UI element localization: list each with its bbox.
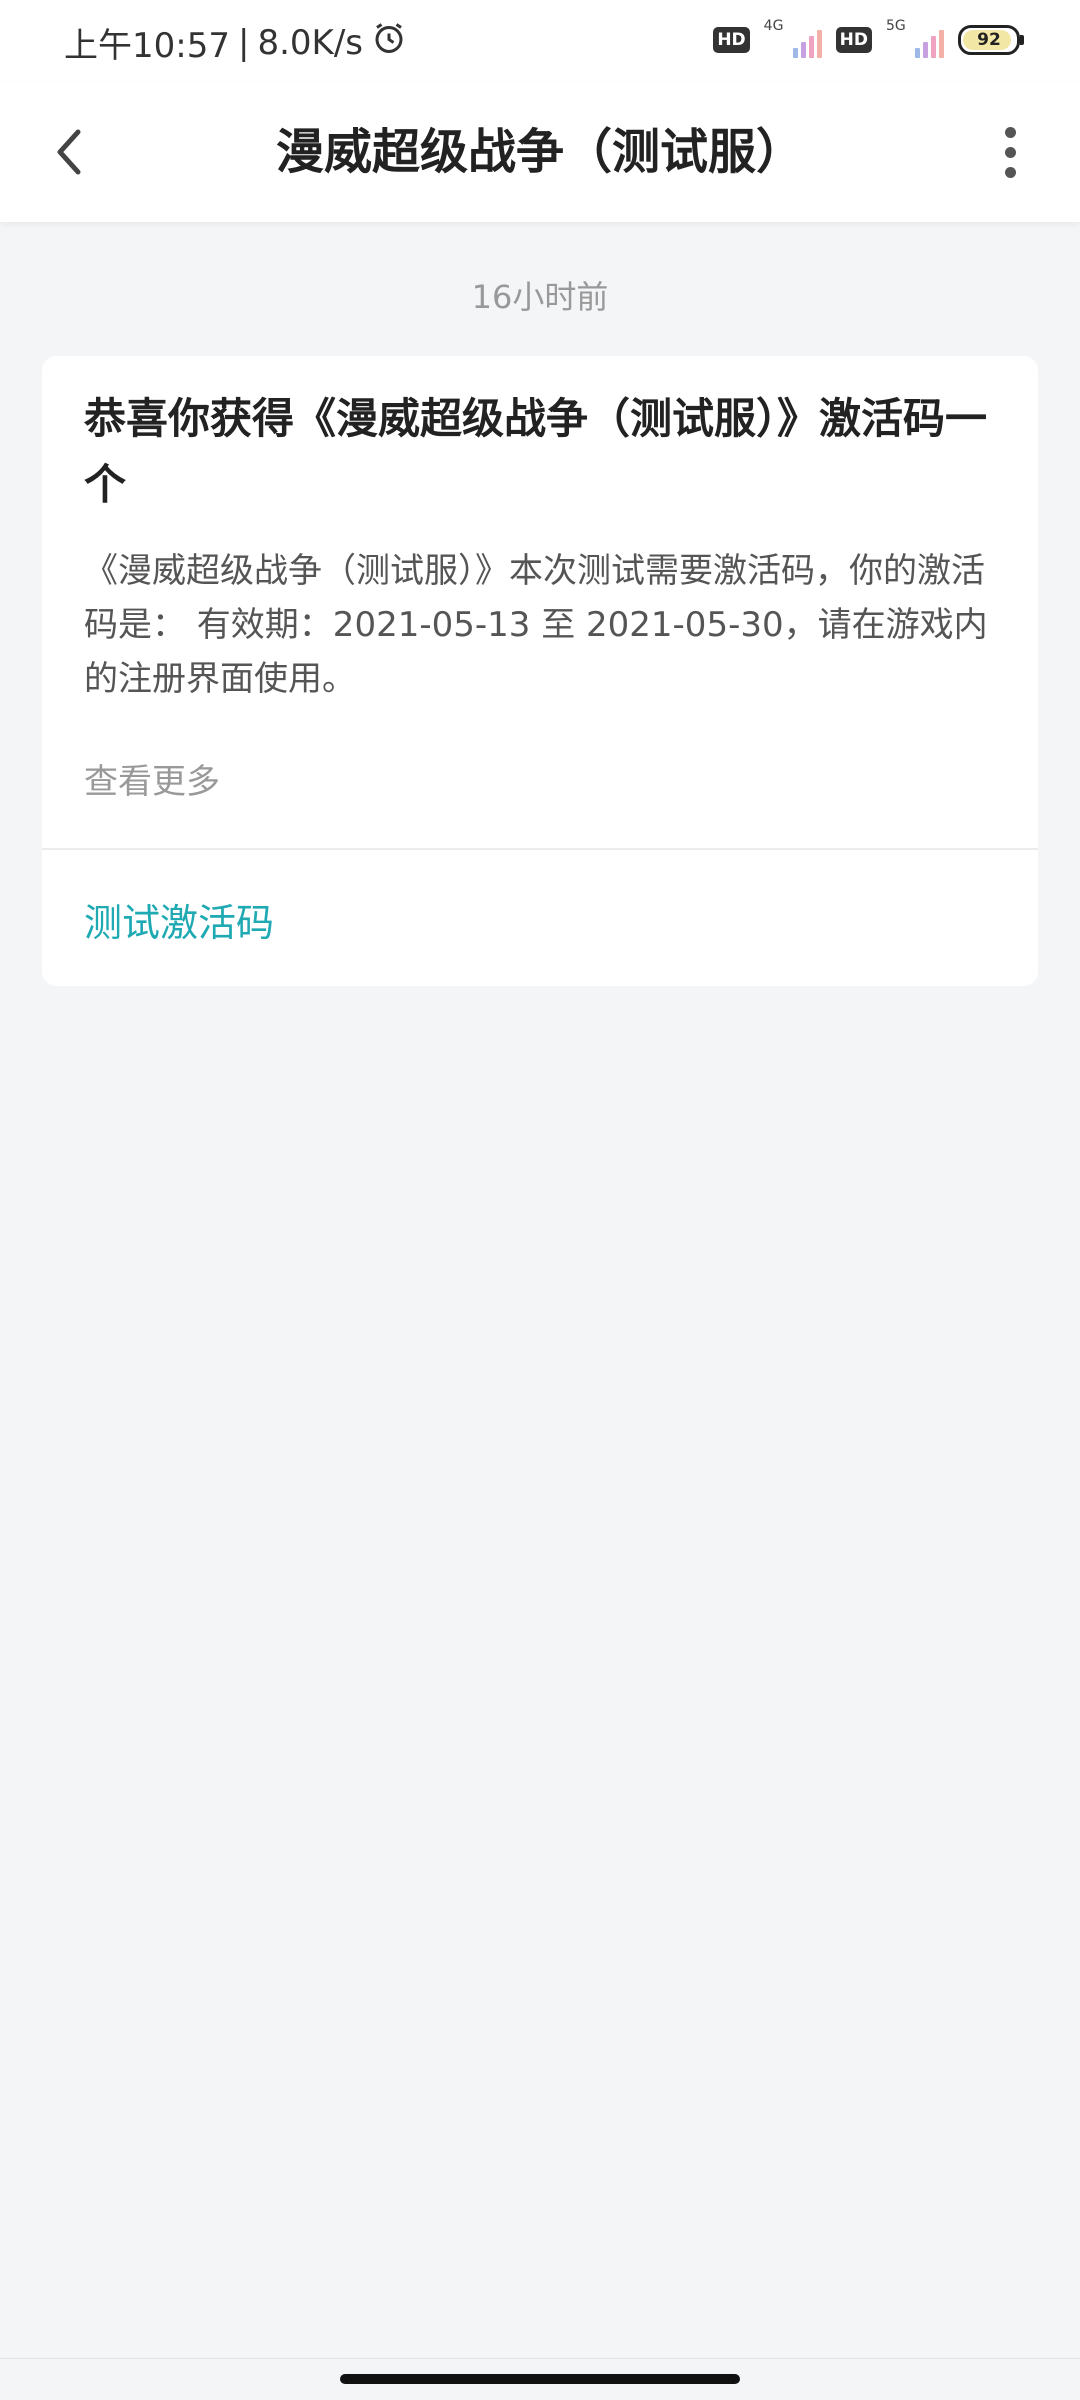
bottom-divider [0, 2358, 1080, 2359]
more-vertical-icon-dot [1004, 166, 1016, 178]
status-left: 上午10:57 | 8.0K/s [64, 18, 407, 67]
alarm-clock-icon [371, 20, 407, 65]
hd-badge-sim2: HD [835, 27, 872, 53]
message-body: 《漫威超级战争（测试服）》本次测试需要激活码，你的激活码是： 有效期：2021-… [84, 551, 988, 699]
status-right: HD 4G HD 5G 92 [713, 18, 1024, 58]
network-speed: 8.0K/s [257, 22, 363, 63]
chevron-left-icon [57, 129, 81, 175]
status-time: 上午10:57 [64, 26, 230, 66]
signal-sim2-icon: 5G [886, 18, 944, 58]
message-title: 恭喜你获得《漫威超级战争（测试服）》激活码一个 [84, 394, 988, 509]
battery-icon: 92 [958, 25, 1024, 55]
signal-generation-sim2: 5G [886, 18, 906, 34]
card-divider [42, 848, 1038, 850]
more-options-button[interactable] [970, 112, 1050, 192]
view-more-link[interactable]: 查看更多 [84, 754, 220, 803]
status-separator: | [237, 22, 250, 63]
signal-generation-sim1: 4G [763, 18, 784, 34]
navigation-bar: 漫威超级战争（测试服） [0, 82, 1080, 222]
more-vertical-icon-dot [1004, 146, 1016, 158]
back-button[interactable] [30, 112, 110, 192]
activation-code-action[interactable]: 测试激活码 [84, 892, 274, 947]
message-timestamp: 16小时前 [471, 278, 609, 316]
status-bar: 上午10:57 | 8.0K/s HD 4G HD 5G 92 [0, 0, 1080, 82]
home-indicator[interactable] [340, 2374, 740, 2384]
signal-sim1-icon: 4G [764, 18, 822, 58]
message-card[interactable]: 恭喜你获得《漫威超级战争（测试服）》激活码一个 《漫威超级战争（测试服）》本次测… [42, 356, 1038, 986]
more-vertical-icon-dot [1004, 126, 1016, 138]
page-title: 漫威超级战争（测试服） [275, 124, 804, 180]
hd-badge-sim1: HD [713, 27, 750, 53]
battery-percent: 92 [977, 30, 1001, 50]
